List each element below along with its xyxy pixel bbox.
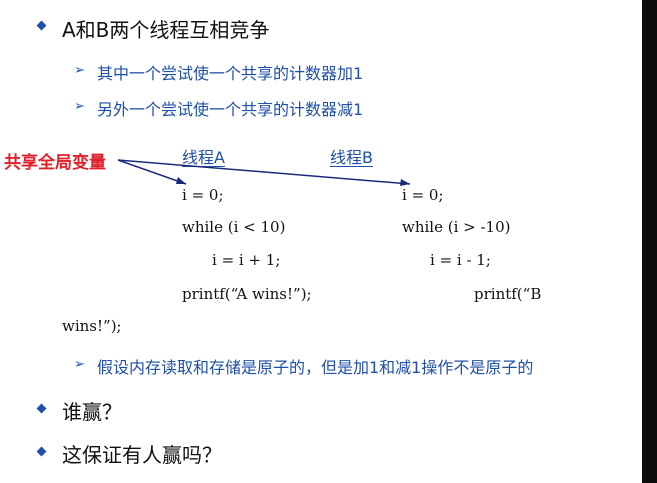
arrowhead-thread-b — [400, 179, 410, 186]
thread-a-loop: while (i < 10) — [182, 218, 286, 236]
thread-a-init: i = 0; — [182, 186, 224, 204]
thread-a-print: printf(“A wins!”); — [182, 285, 312, 303]
arrowhead-thread-a — [176, 177, 186, 184]
sub-bullet-atomicity: 假设内存读取和存储是原子的，但是加1和减1操作不是原子的 — [97, 358, 534, 377]
thread-a-body: i = i + 1; — [212, 251, 281, 269]
bullet-guaranteed-winner: 这保证有人赢吗？ — [62, 443, 222, 467]
right-edge-bar — [642, 0, 657, 483]
thread-b-loop: while (i > -10) — [402, 218, 511, 236]
pointer-line-to-thread-b — [117, 159, 411, 185]
thread-b-print-start: printf(“B — [474, 285, 542, 303]
pointer-line-to-thread-a — [117, 159, 187, 185]
thread-b-body: i = i - 1; — [430, 251, 491, 269]
slide: A和B两个线程互相竞争 ➢ 其中一个尝试使一个共享的计数器加1 ➢ 另外一个尝试… — [0, 0, 657, 483]
thread-b-init: i = 0; — [402, 186, 444, 204]
thread-b-print-end: wins!”); — [62, 317, 122, 335]
arrow-bullet-icon: ➢ — [74, 357, 85, 372]
bullet-who-wins: 谁赢？ — [62, 400, 122, 424]
